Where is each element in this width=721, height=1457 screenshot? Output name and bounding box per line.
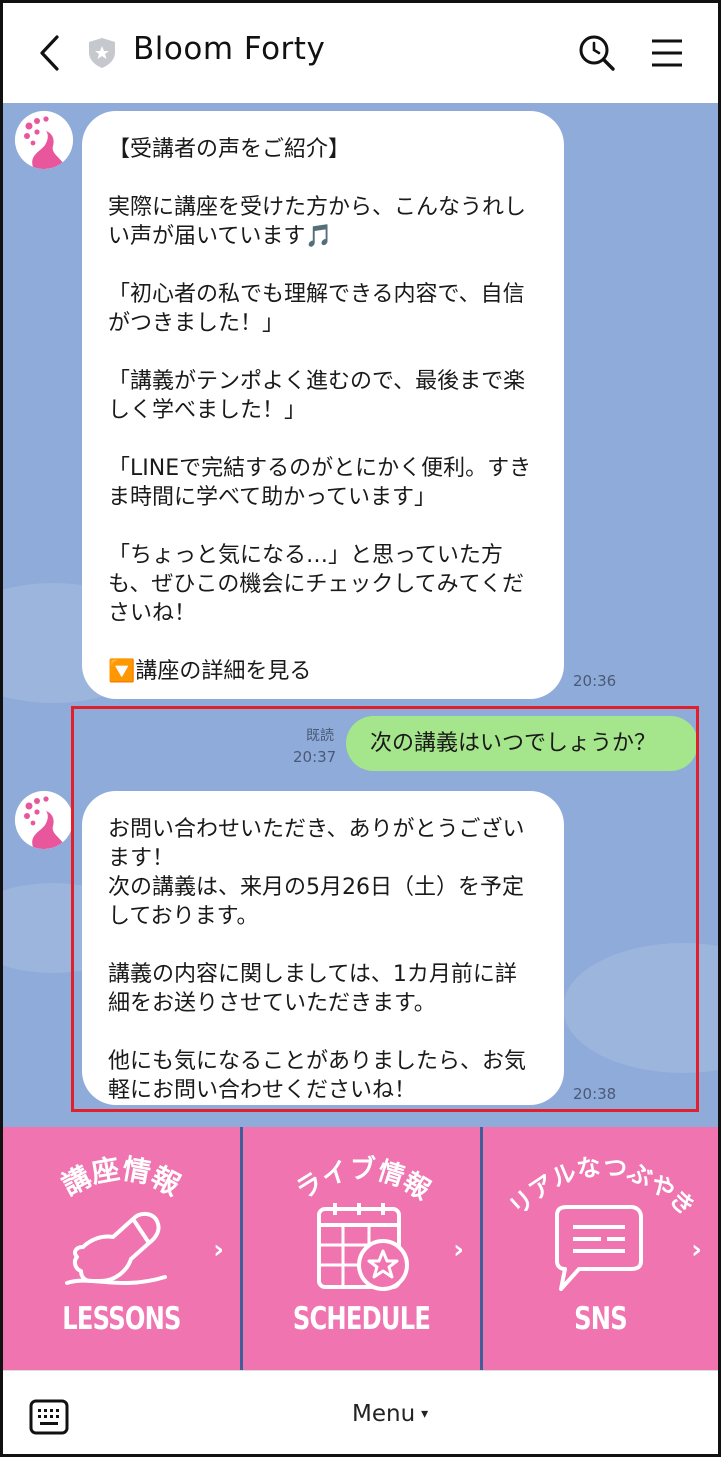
chevron-right-icon: › bbox=[213, 1235, 224, 1265]
shield-star-icon bbox=[89, 38, 115, 68]
chevron-left-icon bbox=[40, 35, 59, 71]
bottom-bar: Menu ▾ bbox=[3, 1370, 718, 1454]
chat-area[interactable]: 【受講者の声をご紹介】 実際に講座を受けた方から、こんなうれしい声が届いています… bbox=[3, 103, 718, 1127]
search-clock-icon bbox=[579, 35, 615, 71]
rich-menu-schedule[interactable]: ライブ情報 › SCHEDULE bbox=[240, 1127, 480, 1370]
back-button[interactable] bbox=[31, 33, 67, 73]
rich-menu-lessons[interactable]: 講座情報 › LESSONS bbox=[3, 1127, 240, 1370]
sender-avatar[interactable] bbox=[15, 791, 73, 849]
chevron-right-icon: › bbox=[453, 1235, 464, 1265]
rich-menu-sns[interactable]: リアルなつぶやき › SNS bbox=[480, 1127, 718, 1370]
rich-menu-label: LESSONS bbox=[62, 1301, 181, 1337]
keyboard-button[interactable] bbox=[29, 1399, 69, 1435]
pen-hand-icon bbox=[65, 1212, 167, 1285]
caret-down-icon: ▾ bbox=[421, 1406, 429, 1422]
calendar-star-icon bbox=[317, 1203, 409, 1291]
incoming-message[interactable]: 【受講者の声をご紹介】 実際に講座を受けた方から、こんなうれしい声が届いています… bbox=[82, 111, 564, 699]
chevron-right-icon: › bbox=[691, 1235, 702, 1265]
woman-flower-avatar-icon bbox=[15, 111, 73, 169]
rich-menu-label: SCHEDULE bbox=[292, 1301, 431, 1337]
highlight-box bbox=[71, 706, 699, 1112]
menu-label: Menu bbox=[352, 1401, 416, 1427]
chat-title: Bloom Forty bbox=[133, 31, 326, 67]
woman-flower-avatar-icon bbox=[15, 791, 73, 849]
menu-toggle-button[interactable]: Menu ▾ bbox=[352, 1401, 428, 1427]
search-history-button[interactable] bbox=[577, 33, 617, 73]
rich-menu: 講座情報 › LESSONS ライブ情報 › SCHEDULE リアルなつぶやき… bbox=[3, 1127, 718, 1370]
message-time: 20:36 bbox=[573, 672, 617, 690]
svg-text:講座情報: 講座情報 bbox=[56, 1152, 186, 1202]
speech-bubble-icon bbox=[555, 1205, 643, 1291]
hamburger-menu-button[interactable] bbox=[649, 35, 685, 71]
rich-menu-label: SNS bbox=[574, 1301, 628, 1337]
keyboard-icon bbox=[29, 1399, 69, 1435]
sender-avatar[interactable] bbox=[15, 111, 73, 169]
hamburger-icon bbox=[652, 39, 682, 67]
app-frame: Bloom Forty 【受講者の声をご紹介】 実際に講座を受けた方から、こんな… bbox=[0, 0, 721, 1457]
chat-header: Bloom Forty bbox=[3, 3, 718, 103]
